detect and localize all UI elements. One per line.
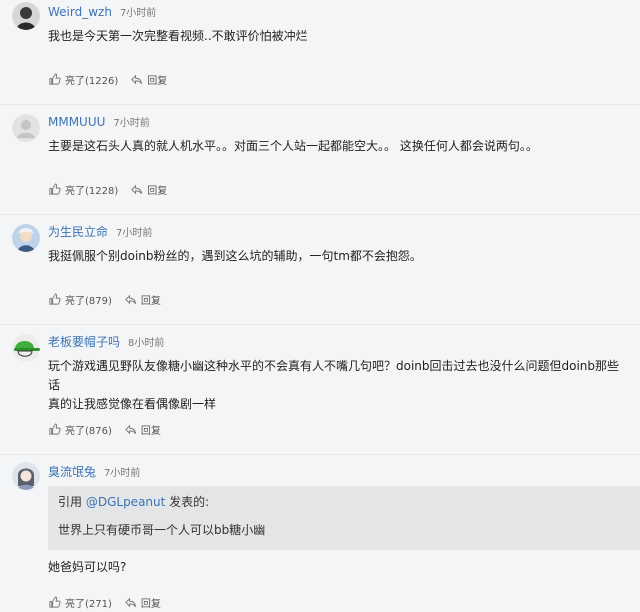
comment-actions: 亮了(1226) 回复 [48,72,167,87]
like-count: 亮了(1228) [65,186,119,197]
comment-actions: 亮了(271) 回复 [48,595,161,610]
comment-text: 我挺佩服个别doinb粉丝的，遇到这么坑的辅助，一句tm都不会抱怨。 [48,249,422,263]
reply-button[interactable]: 回复 [124,422,161,437]
timestamp: 7小时前 [119,8,157,19]
quote-suffix: 发表的: [169,495,210,509]
timestamp: 7小时前 [104,468,141,479]
username-link[interactable]: 臭流氓兔 [48,465,96,479]
timestamp: 7小时前 [113,118,150,129]
username-link[interactable]: Weird_wzh [48,5,112,19]
reply-button[interactable]: 回复 [124,292,161,307]
username-link[interactable]: 老板要帽子吗 [48,335,120,349]
comment-item: 老板要帽子吗 8小时前 玩个游戏遇见野队友像糖小幽这种水平的不会真有人不嘴几句吧？… [0,324,640,455]
comment-item: Weird_wzh 7小时前 我也是今天第一次完整看视频..不敢评价怕被冲烂 亮了… [0,0,640,105]
comment-text: 玩个游戏遇见野队友像糖小幽这种水平的不会真有人不嘴几句吧？doinb回击过去也没… [48,357,623,414]
comment-text: 主要是这石头人真的就人机水平。。对面三个人站一起都能空大。。 这换任何人都会说两… [48,139,538,153]
like-button[interactable]: 亮了(271) [48,595,112,610]
quote-header: 引用 @DGLpeanut 发表的: [58,493,209,510]
reply-icon [125,424,136,435]
reply-label: 回复 [140,599,161,610]
like-button[interactable]: 亮了(1228) [48,182,118,197]
like-icon [49,596,61,608]
comment-meta: 为生民立命 7小时前 [48,225,152,241]
comment-meta: Weird_wzh 7小时前 [48,5,156,21]
comment-actions: 亮了(876) 回复 [48,422,161,437]
quoted-user-link[interactable]: @DGLpeanut [86,495,166,509]
default-user-avatar-icon[interactable] [12,114,40,142]
comment-item: MMMUUU 7小时前 主要是这石头人真的就人机水平。。对面三个人站一起都能空大。… [0,104,640,215]
reply-label: 回复 [147,186,168,197]
comment-actions: 亮了(1228) 回复 [48,182,167,197]
anime-character-avatar-icon[interactable] [12,224,40,252]
comment-item: 臭流氓兔 7小时前 引用 @DGLpeanut 发表的: 世界上只有硬币哥一个人可… [0,454,640,612]
comment-feed: Weird_wzh 7小时前 我也是今天第一次完整看视频..不敢评价怕被冲烂 亮了… [0,0,640,612]
comment-meta: MMMUUU 7小时前 [48,115,150,131]
quote-text: 世界上只有硬币哥一个人可以bb糖小幽 [58,523,266,537]
reply-icon [131,184,143,195]
comment-meta: 臭流氓兔 7小时前 [48,465,140,481]
like-icon [49,293,61,305]
like-icon [49,423,61,435]
reply-button[interactable]: 回复 [124,595,161,610]
like-count: 亮了(1226) [65,76,119,87]
timestamp: 7小时前 [116,228,153,239]
like-count: 亮了(876) [65,426,112,437]
gray-dark-avatar-icon[interactable] [12,2,40,30]
reply-label: 回复 [147,76,168,87]
green-hat-avatar-icon[interactable] [12,334,40,362]
comment-meta: 老板要帽子吗 8小时前 [48,335,164,351]
anime-girl-avatar-icon[interactable] [12,462,40,490]
reply-icon [131,74,143,85]
comment-text-line: 玩个游戏遇见野队友像糖小幽这种水平的不会真有人不嘴几句吧？doinb回击过去也没… [48,359,620,392]
quote-block: 引用 @DGLpeanut 发表的: 世界上只有硬币哥一个人可以bb糖小幽 [48,486,640,550]
comment-text: 她爸妈可以吗? [48,560,127,574]
comment-actions: 亮了(879) 回复 [48,292,161,307]
reply-icon [125,294,136,305]
reply-label: 回复 [140,426,161,437]
like-count: 亮了(271) [65,599,112,610]
reply-icon [125,597,136,608]
timestamp: 8小时前 [128,338,165,349]
like-count: 亮了(879) [65,296,112,307]
like-button[interactable]: 亮了(879) [48,292,112,307]
like-button[interactable]: 亮了(876) [48,422,112,437]
reply-button[interactable]: 回复 [130,182,167,197]
reply-button[interactable]: 回复 [130,72,167,87]
reply-label: 回复 [140,296,161,307]
comment-text-line: 真的让我感觉像在看偶像剧一样 [48,397,217,411]
username-link[interactable]: MMMUUU [48,115,105,129]
comment-text: 我也是今天第一次完整看视频..不敢评价怕被冲烂 [48,29,308,43]
username-link[interactable]: 为生民立命 [48,225,108,239]
like-icon [49,183,61,195]
like-icon [49,73,61,85]
like-button[interactable]: 亮了(1226) [48,72,118,87]
quote-prefix: 引用 [58,495,83,509]
comment-item: 为生民立命 7小时前 我挺佩服个别doinb粉丝的，遇到这么坑的辅助，一句tm都不… [0,214,640,325]
